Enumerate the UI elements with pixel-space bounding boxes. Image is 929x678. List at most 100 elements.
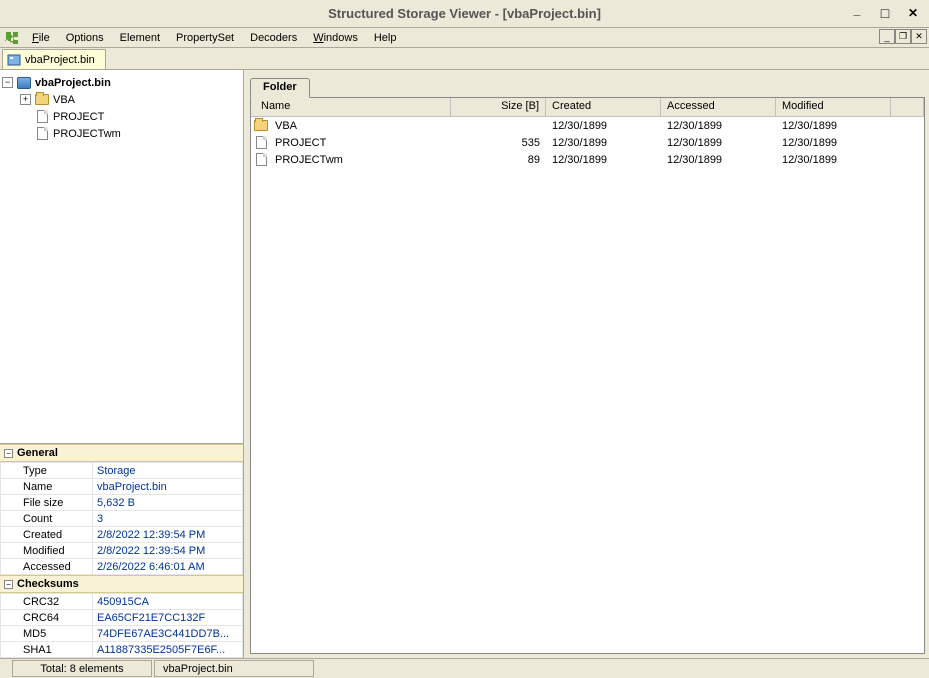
property-value: 74DFE67AE3C441DD7B... [93, 626, 243, 642]
menubar: FFileile Options Element PropertySet Dec… [0, 28, 929, 48]
tree-root-label: vbaProject.bin [35, 77, 111, 89]
property-value: 3 [93, 511, 243, 527]
expand-icon[interactable]: + [20, 94, 31, 105]
property-value: A11887335E2505F7E6F... [93, 642, 243, 658]
cell-accessed: 12/30/1899 [661, 120, 776, 132]
file-icon [251, 136, 269, 149]
collapse-icon[interactable]: − [4, 580, 13, 589]
list-row[interactable]: PROJECT53512/30/189912/30/189912/30/1899 [251, 134, 924, 151]
window-titlebar: Structured Storage Viewer - [vbaProject.… [0, 0, 929, 28]
right-panel: Folder Name Size [B] Created Accessed Mo… [244, 70, 929, 658]
mdi-restore-button[interactable]: ❐ [895, 29, 911, 44]
property-key: Name [1, 479, 93, 495]
property-row[interactable]: TypeStorage [1, 463, 243, 479]
property-key: CRC64 [1, 610, 93, 626]
mdi-minimize-button[interactable]: _ [879, 29, 895, 44]
property-row[interactable]: SHA1A11887335E2505F7E6F... [1, 642, 243, 658]
list-view[interactable]: Name Size [B] Created Accessed Modified … [250, 97, 925, 654]
expand-icon[interactable]: − [2, 77, 13, 88]
left-panel: − vbaProject.bin + VBA PROJECT PROJECTwm [0, 70, 244, 658]
menu-file[interactable]: FFileile [24, 30, 58, 46]
menu-element[interactable]: Element [112, 30, 168, 46]
property-row[interactable]: Created2/8/2022 12:39:54 PM [1, 527, 243, 543]
folder-icon [34, 93, 50, 107]
property-row[interactable]: Modified2/8/2022 12:39:54 PM [1, 543, 243, 559]
property-row[interactable]: Accessed2/26/2022 6:46:01 AM [1, 559, 243, 575]
cell-size: 89 [451, 154, 546, 166]
property-value: 5,632 B [93, 495, 243, 511]
property-value: 2/8/2022 12:39:54 PM [93, 527, 243, 543]
col-modified[interactable]: Modified [776, 98, 891, 116]
content-tab-folder[interactable]: Folder [250, 78, 310, 98]
property-value: 450915CA [93, 594, 243, 610]
col-created[interactable]: Created [546, 98, 661, 116]
col-accessed[interactable]: Accessed [661, 98, 776, 116]
property-row[interactable]: MD574DFE67AE3C441DD7B... [1, 626, 243, 642]
section-general-header[interactable]: − General [0, 444, 243, 462]
document-tab[interactable]: vbaProject.bin [2, 49, 106, 69]
tree-root[interactable]: − vbaProject.bin [2, 74, 241, 91]
property-key: Created [1, 527, 93, 543]
property-key: MD5 [1, 626, 93, 642]
cell-name: VBA [269, 120, 451, 132]
window-title: Structured Storage Viewer - [vbaProject.… [328, 6, 601, 21]
document-tab-label: vbaProject.bin [25, 54, 95, 66]
tree-item-label: PROJECTwm [53, 128, 121, 140]
cell-created: 12/30/1899 [546, 137, 661, 149]
property-key: Accessed [1, 559, 93, 575]
property-value: 2/26/2022 6:46:01 AM [93, 559, 243, 575]
statusbar: Total: 8 elements vbaProject.bin [0, 658, 929, 678]
col-size[interactable]: Size [B] [451, 98, 546, 116]
cell-accessed: 12/30/1899 [661, 154, 776, 166]
tree-view[interactable]: − vbaProject.bin + VBA PROJECT PROJECTwm [0, 70, 243, 443]
tree-item[interactable]: PROJECT [2, 108, 241, 125]
menu-decoders[interactable]: Decoders [242, 30, 305, 46]
list-row[interactable]: VBA12/30/189912/30/189912/30/1899 [251, 117, 924, 134]
list-row[interactable]: PROJECTwm8912/30/189912/30/189912/30/189… [251, 151, 924, 168]
property-row[interactable]: CRC64EA65CF21E7CC132F [1, 610, 243, 626]
property-key: Count [1, 511, 93, 527]
mdi-controls: _ ❐ ✕ [879, 29, 927, 44]
property-value: Storage [93, 463, 243, 479]
menu-windows[interactable]: WindowsWindows [305, 30, 366, 46]
menu-options[interactable]: Options [58, 30, 112, 46]
folder-icon [251, 120, 269, 131]
section-checksums-header[interactable]: − Checksums [0, 575, 243, 593]
list-header: Name Size [B] Created Accessed Modified [251, 98, 924, 117]
collapse-icon[interactable]: − [4, 449, 13, 458]
general-table: TypeStorageNamevbaProject.binFile size5,… [0, 462, 243, 575]
property-key: SHA1 [1, 642, 93, 658]
tree-item-label: VBA [53, 94, 75, 106]
property-value: EA65CF21E7CC132F [93, 610, 243, 626]
file-icon [34, 127, 50, 141]
property-row[interactable]: NamevbaProject.bin [1, 479, 243, 495]
property-value: 2/8/2022 12:39:54 PM [93, 543, 243, 559]
property-key: Modified [1, 543, 93, 559]
close-button[interactable] [903, 4, 923, 22]
cell-name: PROJECT [269, 137, 451, 149]
window-controls [847, 4, 923, 22]
tree-item[interactable]: PROJECTwm [2, 125, 241, 142]
property-row[interactable]: File size5,632 B [1, 495, 243, 511]
menu-propertyset[interactable]: PropertySet [168, 30, 242, 46]
section-checksums-title: Checksums [17, 578, 79, 590]
property-value: vbaProject.bin [93, 479, 243, 495]
property-row[interactable]: Count3 [1, 511, 243, 527]
maximize-button[interactable] [875, 4, 895, 22]
property-row[interactable]: CRC32450915CA [1, 594, 243, 610]
tree-item[interactable]: + VBA [2, 91, 241, 108]
status-path: vbaProject.bin [154, 660, 314, 677]
cell-modified: 12/30/1899 [776, 154, 891, 166]
cell-created: 12/30/1899 [546, 154, 661, 166]
mdi-close-button[interactable]: ✕ [911, 29, 927, 44]
file-icon [251, 153, 269, 166]
col-name[interactable]: Name [251, 98, 451, 116]
section-general-title: General [17, 447, 58, 459]
menu-help[interactable]: Help [366, 30, 405, 46]
property-key: File size [1, 495, 93, 511]
tree-item-label: PROJECT [53, 111, 104, 123]
minimize-button[interactable] [847, 4, 867, 22]
main-area: − vbaProject.bin + VBA PROJECT PROJECTwm [0, 70, 929, 658]
storage-icon [16, 76, 32, 90]
col-spacer [891, 98, 924, 116]
